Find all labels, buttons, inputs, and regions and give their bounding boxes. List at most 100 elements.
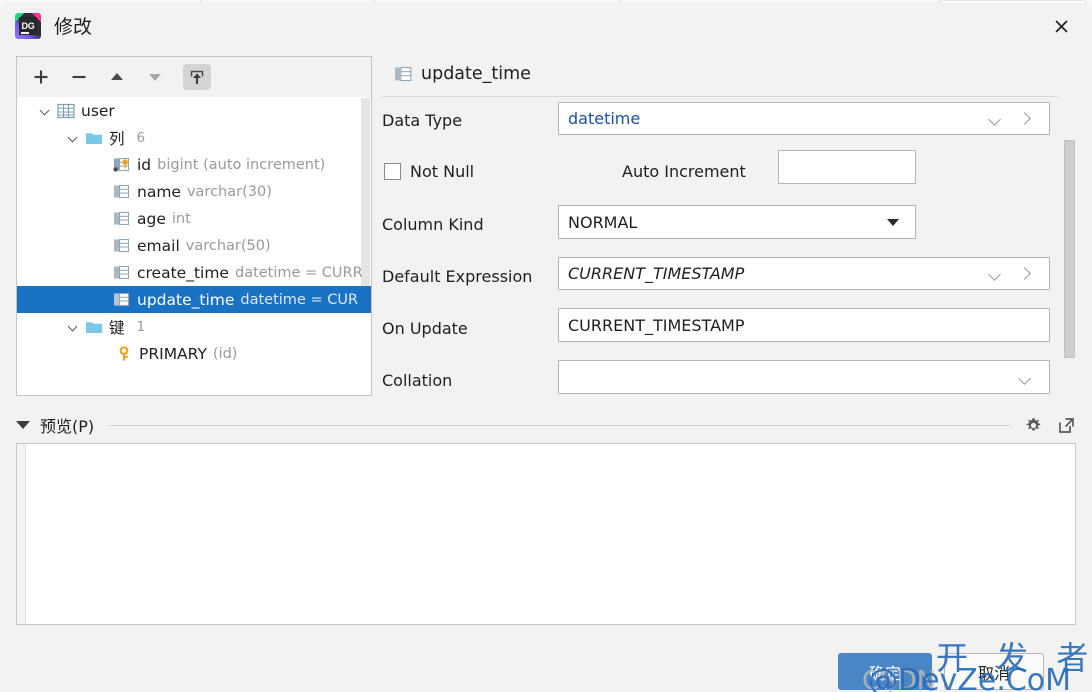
collation-label-row: Collation (382, 364, 452, 396)
chevron-down-icon[interactable] (1017, 370, 1033, 386)
chevron-down-icon[interactable] (67, 320, 81, 334)
dialog-window: DG 修改 user 列 6 id bigint (auto increment… (0, 3, 1092, 692)
tree-group-keys[interactable]: 键 1 (17, 313, 371, 340)
preview-divider (108, 424, 1010, 426)
column-kind-select[interactable]: NORMAL (558, 205, 916, 239)
column-kind-label-row: Column Kind (382, 208, 484, 240)
preview-header: 预览(P) (16, 413, 1076, 437)
form-scrollbar-thumb[interactable] (1064, 140, 1075, 358)
move-down-button[interactable] (141, 64, 169, 90)
table-icon (57, 103, 75, 118)
tree-item-column-name[interactable]: name varchar(30) (17, 178, 371, 205)
tree-body[interactable]: user 列 6 id bigint (auto increment) name… (17, 97, 371, 395)
tree-item-label: user (81, 101, 115, 120)
tree-item-count: 6 (136, 129, 146, 146)
tree-item-key-primary[interactable]: PRIMARY (id) (17, 340, 371, 367)
gear-icon[interactable] (1024, 416, 1043, 435)
auto-increment-input[interactable] (778, 150, 916, 184)
tree-item-label: PRIMARY (139, 344, 207, 363)
on-update-input[interactable]: CURRENT_TIMESTAMP (558, 308, 1050, 342)
tree-item-detail: (id) (212, 345, 238, 362)
object-tree-panel: user 列 6 id bigint (auto increment) name… (16, 56, 372, 396)
header-divider (382, 96, 1058, 97)
default-expression-label-row: Default Expression (382, 260, 532, 292)
collation-select[interactable] (558, 360, 1050, 394)
tree-item-label: 列 (109, 129, 125, 148)
tree-item-label: create_time (137, 263, 229, 282)
tree-item-column-create-time[interactable]: create_time datetime = CURR (17, 259, 371, 286)
triangle-down-icon (149, 74, 161, 81)
form-scrollbar[interactable] (1063, 56, 1076, 396)
tree-item-user[interactable]: user (17, 97, 371, 124)
chevron-down-icon[interactable] (987, 111, 1003, 127)
folder-icon (86, 321, 102, 333)
data-type-input[interactable]: datetime (558, 102, 1050, 135)
tree-item-column-email[interactable]: email varchar(50) (17, 232, 371, 259)
tree-item-label: name (137, 182, 181, 201)
triangle-down-icon[interactable] (887, 219, 899, 226)
tree-toolbar (17, 57, 371, 98)
triangle-up-icon (111, 73, 123, 80)
chevron-down-icon[interactable] (39, 104, 53, 118)
default-expression-input[interactable]: CURRENT_TIMESTAMP (558, 257, 1050, 290)
on-update-label: On Update (382, 318, 468, 338)
tree-item-detail: bigint (auto increment) (157, 156, 326, 173)
export-up-icon (190, 70, 204, 84)
ok-button[interactable]: 确定 (838, 653, 932, 690)
open-in-new-icon[interactable] (1057, 416, 1076, 435)
preview-title: 预览(P) (40, 417, 95, 436)
remove-button[interactable] (65, 64, 93, 90)
tree-item-detail: datetime = CUR (240, 291, 359, 308)
tree-item-count: 1 (136, 318, 146, 335)
tree-item-column-age[interactable]: age int (17, 205, 371, 232)
dialog-title: 修改 (54, 16, 93, 38)
cancel-button[interactable]: 取消 (944, 653, 1044, 690)
tree-item-label: email (137, 236, 180, 255)
column-kind-value: NORMAL (568, 212, 638, 232)
move-up-button[interactable] (103, 64, 131, 90)
tree-item-detail: varchar(30) (186, 183, 272, 200)
not-null-label: Not Null (410, 161, 475, 181)
triangle-down-icon[interactable] (16, 421, 30, 429)
chevron-right-icon[interactable] (1017, 111, 1033, 127)
column-icon (114, 238, 130, 252)
tree-group-columns[interactable]: 列 6 (17, 124, 371, 151)
chevron-right-icon[interactable] (1017, 266, 1033, 282)
chevron-down-icon[interactable] (987, 266, 1003, 282)
key-icon (119, 345, 129, 360)
not-null-row[interactable]: Not Null (384, 155, 474, 187)
tree-item-label: age (137, 209, 166, 228)
preview-gutter (17, 444, 26, 624)
not-null-checkbox[interactable] (384, 162, 401, 180)
column-kind-label: Column Kind (382, 214, 484, 234)
close-icon[interactable] (1048, 13, 1074, 39)
auto-increment-label-row: Auto Increment (622, 155, 746, 187)
add-button[interactable] (27, 64, 55, 90)
move-to-top-button[interactable] (183, 64, 211, 90)
tree-item-label: update_time (137, 290, 235, 309)
minus-icon (72, 75, 86, 79)
tree-item-column-update-time[interactable]: update_time datetime = CUR (17, 286, 371, 313)
datagrip-logo-icon: DG (15, 13, 41, 39)
selected-column-name: update_time (421, 64, 531, 84)
collation-label: Collation (382, 370, 453, 390)
datagrip-modify-table-dialog: DG 修改 user 列 6 id bigint (auto increment… (0, 0, 1092, 692)
data-type-label: Data Type (382, 110, 463, 130)
on-update-value: CURRENT_TIMESTAMP (568, 315, 745, 335)
tree-item-detail: datetime = CURR (234, 264, 363, 281)
auto-increment-label: Auto Increment (622, 161, 746, 181)
column-icon (114, 211, 130, 225)
data-type-label-row: Data Type (382, 104, 462, 136)
preview-editor[interactable] (16, 443, 1076, 625)
selected-column-header: update_time (394, 64, 531, 84)
column-icon (395, 66, 412, 81)
column-icon (114, 184, 130, 198)
on-update-label-row: On Update (382, 312, 468, 344)
key-column-icon (113, 157, 130, 172)
title-bar: DG 修改 (0, 3, 1092, 49)
preview-actions (1024, 416, 1076, 435)
tree-item-detail: int (171, 210, 191, 227)
tree-item-column-id[interactable]: id bigint (auto increment) (17, 151, 371, 178)
chevron-down-icon[interactable] (67, 131, 81, 145)
default-expression-value: CURRENT_TIMESTAMP (568, 264, 745, 283)
